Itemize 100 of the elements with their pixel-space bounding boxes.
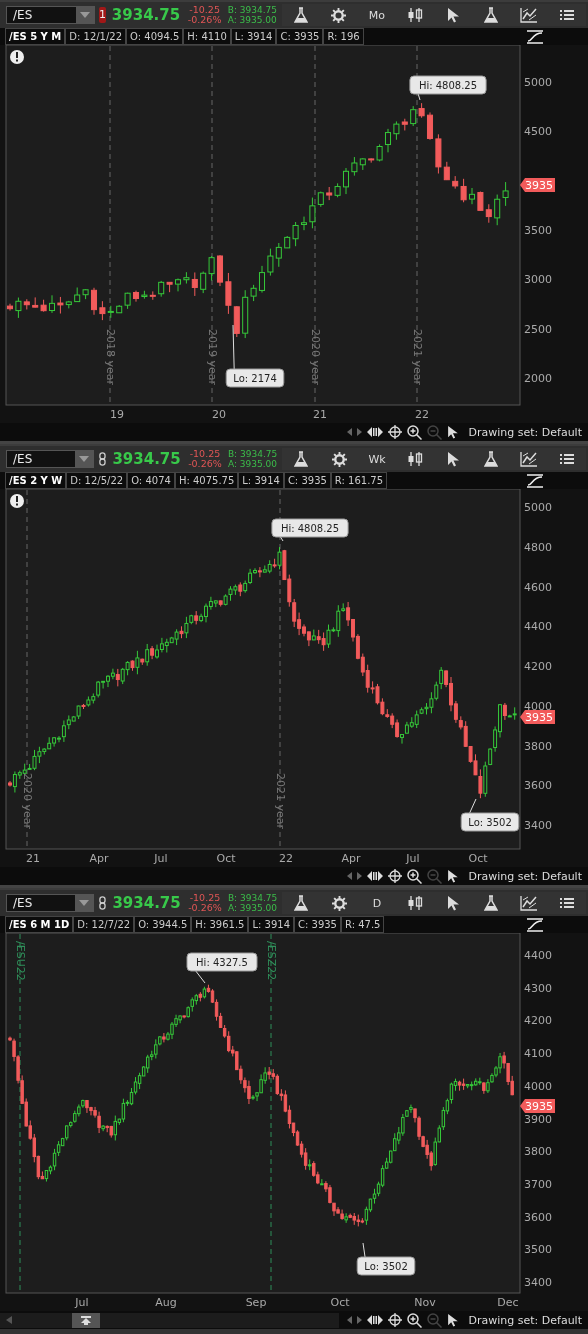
low-callout: Lo: 3502 <box>356 1242 416 1276</box>
aggregation-button[interactable]: Mo <box>358 4 396 26</box>
year-label: 2021 year <box>274 772 287 829</box>
year-label: 2019 year <box>206 328 219 385</box>
price-label: 3600 <box>524 779 552 793</box>
ohlc-value: R: 196 <box>323 28 364 45</box>
time-label: 20 <box>212 408 226 421</box>
time-label: Jul <box>75 1296 89 1309</box>
price-label: 5000 <box>524 501 552 514</box>
year-label: 2020 year <box>309 328 322 385</box>
price-label: 4000 <box>524 1079 552 1093</box>
price-label: 4800 <box>524 540 552 554</box>
price-label: 4400 <box>524 949 552 962</box>
ohlc-value: H: 4075.75 <box>174 472 239 489</box>
price-label: 3400 <box>524 1276 552 1289</box>
ohlc-value: H: 4110 <box>183 28 231 45</box>
time-label: Apr <box>341 852 361 865</box>
price-label: 4000 <box>524 699 552 713</box>
ohlc-value: C: 3935 <box>294 916 341 933</box>
ask-price: A: 3935.00 <box>227 459 278 469</box>
drawing-set-menu[interactable]: Drawing set: Default <box>468 425 582 439</box>
link-badge[interactable]: 1 <box>98 7 107 23</box>
price-label: 2500 <box>524 323 552 336</box>
year-label: 2020 year <box>21 772 34 829</box>
low-callout: Lo: 2174 <box>225 324 285 388</box>
time-label: Dec <box>497 1296 519 1309</box>
price-label: 4100 <box>524 1047 552 1061</box>
price-label: 3900 <box>524 1112 552 1126</box>
percent-change: -0.26% <box>188 459 222 469</box>
last-price: 3934.75 <box>111 894 182 912</box>
net-change: -10.25 <box>189 893 221 903</box>
high-callout: Hi: 4808.25 <box>271 518 349 542</box>
time-label: 22 <box>279 852 293 865</box>
aggregation-button[interactable]: D <box>358 892 396 914</box>
bid-price: B: 3934.75 <box>227 449 278 459</box>
ohlc-value: L: 3914 <box>248 916 294 933</box>
price-label: 3800 <box>524 1145 552 1159</box>
ohlc-value: R: 47.5 <box>341 916 385 933</box>
price-label: 3500 <box>524 224 552 237</box>
ohlc-value: D: 12/7/22 <box>73 916 135 933</box>
price-label: 3600 <box>524 1210 552 1224</box>
symbol-field[interactable]: /ES <box>6 6 95 24</box>
ohlc-value: O: 3944.5 <box>134 916 192 933</box>
ask-price: A: 3935.00 <box>227 903 278 913</box>
time-label: Jul <box>406 852 420 865</box>
last-price-tag: 3935 <box>520 178 555 192</box>
year-label: 2018 year <box>104 328 117 385</box>
symbol-field[interactable]: /ES <box>6 894 95 912</box>
net-change: -10.25 <box>189 5 220 15</box>
time-label: 19 <box>110 408 124 421</box>
price-label: 4300 <box>524 981 552 995</box>
high-callout: Hi: 4808.25 <box>409 75 487 101</box>
price-label: 3400 <box>524 819 552 832</box>
net-change: -10.25 <box>189 449 221 459</box>
time-label: 21 <box>26 852 40 865</box>
ohlc-value: O: 4074 <box>127 472 175 489</box>
price-label: 3800 <box>524 739 552 753</box>
time-label: 21 <box>313 408 327 421</box>
time-label: Jul <box>154 852 168 865</box>
price-label: 4600 <box>524 580 552 594</box>
last-price: 3934.75 <box>111 450 182 468</box>
ohlc-value: C: 3935 <box>283 472 331 489</box>
price-label: 5000 <box>524 76 552 89</box>
ohlc-value: D: 12/5/22 <box>66 472 128 489</box>
time-label: Sep <box>245 1296 267 1309</box>
price-label: 2000 <box>524 372 552 385</box>
ohlc-value: L: 3914 <box>238 472 284 489</box>
year-label: 2021 year <box>411 328 424 385</box>
bid-price: B: 3934.75 <box>227 893 278 903</box>
drawing-set-menu[interactable]: Drawing set: Default <box>468 869 582 883</box>
time-label: Apr <box>89 852 109 865</box>
ohlc-value: L: 3914 <box>230 28 277 45</box>
ohlc-value: H: 3961.5 <box>191 916 249 933</box>
ohlc-value: O: 4094.5 <box>126 28 184 45</box>
chart-title: /ES 6 M 1D <box>5 916 74 933</box>
percent-change: -0.26% <box>188 903 222 913</box>
price-label: 3500 <box>524 1243 552 1257</box>
time-label: Aug <box>155 1296 177 1309</box>
contract-label: /ESZ22 <box>265 941 278 981</box>
bid-price: B: 3934.75 <box>227 5 278 15</box>
time-label: 22 <box>415 408 429 421</box>
price-label: 3700 <box>524 1177 552 1191</box>
last-price-tag: 3935 <box>520 710 555 724</box>
time-label: Oct <box>330 1296 350 1309</box>
price-label: 4400 <box>524 620 552 634</box>
symbol-field[interactable]: /ES <box>6 450 95 468</box>
ohlc-value: C: 3935 <box>276 28 324 45</box>
ask-price: A: 3935.00 <box>227 15 278 25</box>
time-label: Nov <box>414 1296 436 1309</box>
chart-title: /ES 5 Y M <box>5 28 66 45</box>
price-label: 4200 <box>524 660 552 673</box>
price-label: 4500 <box>524 125 552 138</box>
aggregation-button[interactable]: Wk <box>358 448 396 470</box>
time-label: Oct <box>216 852 236 865</box>
contract-label: /ESU22 <box>14 941 27 981</box>
high-callout: Hi: 4327.5 <box>186 952 258 984</box>
ohlc-value: D: 12/1/22 <box>65 28 127 45</box>
last-price: 3934.75 <box>110 6 182 24</box>
drawing-set-menu[interactable]: Drawing set: Default <box>468 1313 582 1327</box>
low-callout: Lo: 3502 <box>460 798 520 832</box>
